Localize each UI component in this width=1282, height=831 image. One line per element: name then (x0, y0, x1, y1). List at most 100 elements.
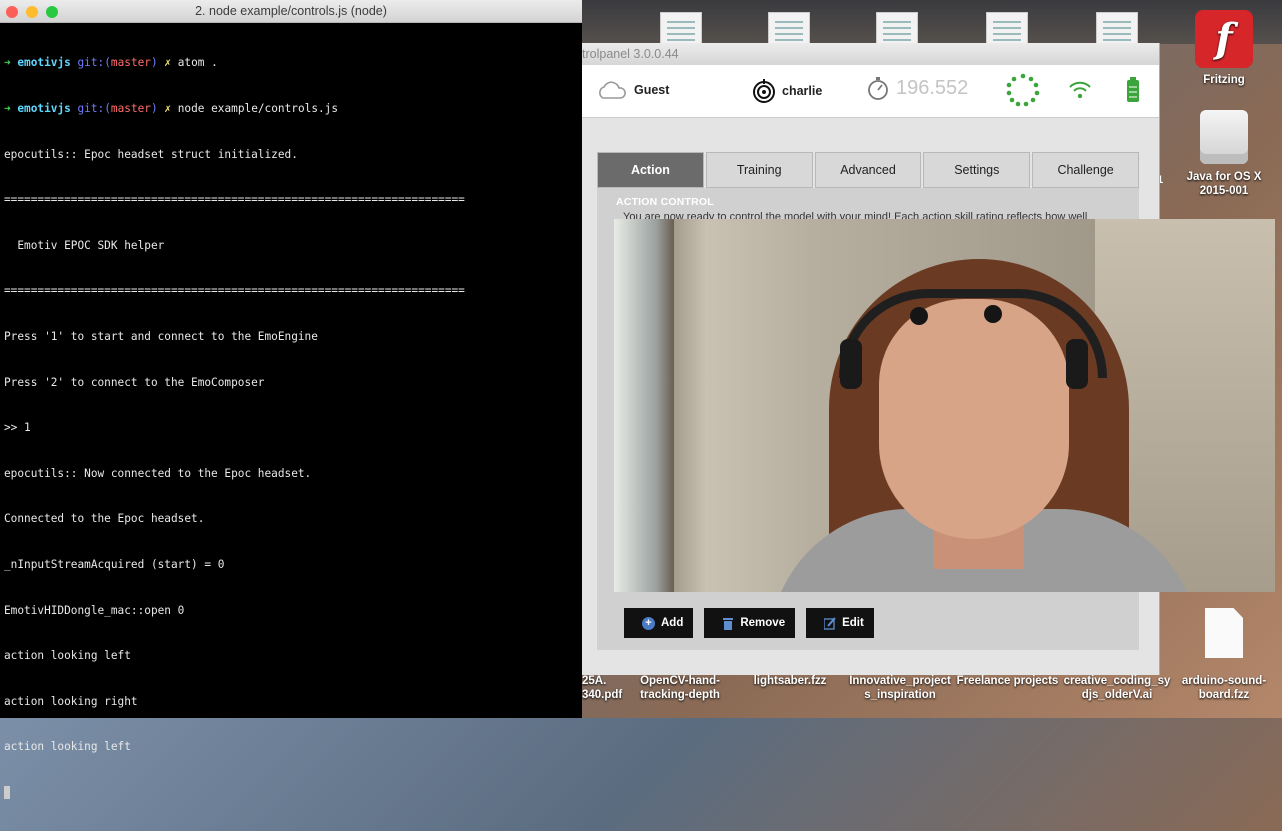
session-timer: 196.552 (866, 75, 968, 101)
desktop-icon-label: 2015-001 (1199, 185, 1249, 197)
prompt-dir: emotivjs (17, 102, 71, 115)
background-window (614, 219, 674, 592)
add-button-label: Add (661, 617, 684, 629)
terminal-titlebar[interactable]: 2. node example/controls.js (node) (0, 0, 582, 23)
contact-quality-icon[interactable] (1006, 73, 1040, 107)
desktop-file-label-line: arduino-sound- (1181, 675, 1267, 687)
cursor-line (4, 785, 465, 800)
prompt-dirty-mark: ✗ (164, 56, 172, 70)
tab-action[interactable]: Action (597, 152, 704, 188)
tab-settings[interactable]: Settings (923, 152, 1031, 188)
battery-icon (1127, 77, 1139, 102)
output-line: ========================================… (4, 193, 465, 207)
section-title: ACTION CONTROL (616, 196, 714, 208)
add-button[interactable]: + Add (624, 608, 694, 638)
desktop-file-label[interactable]: lightsaber.fzz (740, 674, 840, 688)
desktop-icon-arduino-sound-board[interactable] (1174, 608, 1274, 664)
plus-icon: + (642, 616, 655, 630)
remove-button[interactable]: Remove (704, 608, 796, 638)
desktop-icon-java[interactable]: Java for OS X 2015-001 (1174, 110, 1274, 198)
headset-right-pad (1066, 339, 1088, 389)
action-button-row: + Add Remove Edit (624, 608, 874, 638)
prompt-arrow-icon: ➜ (4, 102, 11, 115)
edit-icon (824, 616, 836, 630)
desktop-icon-fritzing[interactable]: f Fritzing (1174, 10, 1274, 87)
output-line: _nInputStreamAcquired (start) = 0 (4, 557, 225, 571)
output-line: >> 1 (4, 421, 31, 435)
desktop-file-label[interactable]: 25A. 340.pdf (582, 674, 622, 702)
control-panel-titlebar[interactable]: trolpanel 3.0.0.44 (582, 43, 1159, 65)
profile-indicator[interactable]: charlie (752, 79, 822, 103)
output-line: action looking right (4, 694, 138, 708)
desktop-file-label[interactable]: arduino-sound- board.fzz (1174, 674, 1274, 702)
desktop-file-label[interactable]: Innovative_project s_inspiration (845, 674, 955, 702)
remove-button-label: Remove (740, 617, 786, 629)
desktop-file-label-line: creative_coding_sy (1063, 675, 1171, 687)
text-cursor (4, 786, 10, 800)
desktop-file-label-line: lightsaber.fzz (753, 675, 827, 687)
prompt-arrow-icon: ➜ (4, 56, 11, 70)
desktop-file-label-line: djs_olderV.ai (1081, 689, 1153, 701)
output-line: Press '2' to connect to the EmoComposer (4, 375, 265, 389)
tab-advanced[interactable]: Advanced (814, 152, 922, 188)
desktop-file-label-line: s_inspiration (864, 689, 936, 701)
headset-sensor (910, 307, 928, 325)
edit-button[interactable]: Edit (806, 608, 874, 638)
control-panel-status-bar: Guest charlie 196.552 (582, 65, 1159, 118)
user-indicator[interactable]: Guest (596, 79, 669, 101)
edit-button-label: Edit (842, 617, 864, 629)
cloud-icon (599, 81, 626, 99)
prompt-line: ➜ emotivjs git:(master) ✗ atom . (4, 55, 465, 70)
document-icon (1205, 608, 1243, 658)
desktop-file-label-line: board.fzz (1198, 689, 1250, 701)
prompt-git: ) (150, 56, 158, 70)
window-title: 2. node example/controls.js (node) (195, 4, 387, 18)
prompt-line: ➜ emotivjs git:(master) ✗ node example/c… (4, 101, 465, 116)
stopwatch-icon (868, 77, 888, 100)
desktop-file-label-line: Freelance projects (956, 675, 1059, 687)
target-icon (753, 79, 775, 103)
desktop-file-label[interactable]: OpenCV-hand- tracking-depth (630, 674, 730, 702)
output-line: epocutils:: Now connected to the Epoc he… (4, 466, 312, 480)
output-line: action looking left (4, 740, 131, 754)
prompt-command: node example/controls.js (177, 102, 339, 115)
prompt-command: atom . (177, 56, 218, 70)
webcam-video-window[interactable] (614, 219, 1275, 592)
desktop-file-label[interactable]: Freelance projects (955, 674, 1060, 688)
fritzing-app-icon: f (1195, 10, 1253, 68)
user-name: Guest (634, 83, 670, 97)
terminal-output[interactable]: ➜ emotivjs git:(master) ✗ atom . ➜ emoti… (4, 25, 465, 831)
tab-challenge[interactable]: Challenge (1032, 152, 1139, 188)
desktop-icon-label: Fritzing (1203, 74, 1245, 86)
output-line: Press '1' to start and connect to the Em… (4, 329, 318, 343)
prompt-git: ) (150, 102, 158, 115)
desktop-file-label-line: Innovative_project (849, 675, 951, 687)
output-line: epocutils:: Epoc headset struct initiali… (4, 147, 298, 161)
wireless-signal-icon (1069, 81, 1091, 99)
trash-icon (723, 617, 734, 630)
tab-bar: Action Training Advanced Settings Challe… (597, 152, 1139, 188)
desktop-file-label-line: 340.pdf (582, 689, 623, 701)
output-line: ========================================… (4, 284, 465, 298)
profile-name: charlie (782, 84, 823, 98)
timer-value: 196.552 (896, 76, 969, 99)
headset-left-pad (840, 339, 862, 389)
prompt-git: git:( (77, 56, 111, 70)
output-line: action looking left (4, 649, 131, 663)
desktop-file-label-line: 25A. (582, 675, 607, 687)
prompt-branch: master (110, 102, 151, 115)
terminal-window[interactable]: 2. node example/controls.js (node) ➜ emo… (0, 0, 582, 800)
prompt-dirty-mark: ✗ (164, 102, 172, 115)
prompt-dir: emotivjs (17, 56, 71, 70)
tab-training[interactable]: Training (705, 152, 813, 188)
desktop-file-label-line: tracking-depth (640, 689, 720, 701)
disk-icon (1200, 110, 1248, 164)
output-line: Emotiv EPOC SDK helper (4, 238, 165, 252)
desktop-file-label-line: OpenCV-hand- (640, 675, 720, 687)
desktop-file-label[interactable]: creative_coding_sy djs_olderV.ai (1062, 674, 1172, 702)
headset-sensor (984, 305, 1002, 323)
output-line: Connected to the Epoc headset. (4, 512, 205, 526)
prompt-git: git:( (77, 102, 111, 115)
window-title: trolpanel 3.0.0.44 (582, 47, 679, 61)
prompt-branch: master (110, 56, 151, 70)
